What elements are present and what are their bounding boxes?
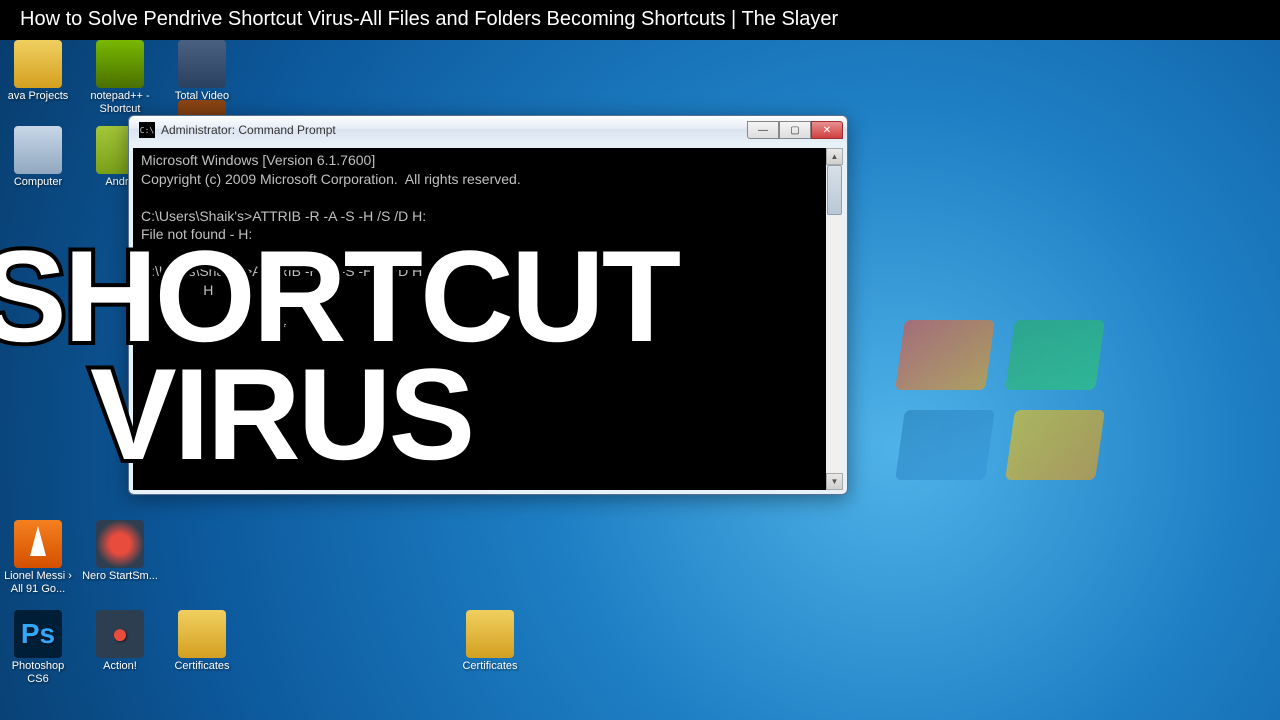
desktop-icon-label: Action! bbox=[82, 660, 158, 673]
windows-desktop[interactable]: ava Projectsnotepad++ - ShortcutTotal Vi… bbox=[0, 40, 1280, 720]
desktop-icon[interactable]: Nero StartSm... bbox=[82, 520, 158, 583]
desktop-icon-label: notepad++ - Shortcut bbox=[82, 90, 158, 116]
desktop-icon-label: ava Projects bbox=[0, 90, 76, 103]
desktop-icon[interactable]: Computer bbox=[0, 126, 76, 189]
command-prompt-text: Microsoft Windows [Version 6.1.7600] Cop… bbox=[141, 152, 521, 335]
desktop-icon[interactable]: Lionel Messi › All 91 Go... bbox=[0, 520, 76, 596]
desktop-icon-label: Nero StartSm... bbox=[82, 570, 158, 583]
cmd-titlebar-icon: C:\ bbox=[139, 122, 155, 138]
scrollbar[interactable]: ▲▼ bbox=[826, 148, 843, 490]
command-prompt-body[interactable]: Microsoft Windows [Version 6.1.7600] Cop… bbox=[133, 148, 843, 490]
notepad-icon bbox=[96, 40, 144, 88]
desktop-icon-label: Certificates bbox=[164, 660, 240, 673]
computer-icon bbox=[14, 126, 62, 174]
scroll-up-button[interactable]: ▲ bbox=[826, 148, 843, 165]
desktop-icon[interactable]: ● Action! bbox=[82, 610, 158, 673]
video-title-overlay: How to Solve Pendrive Shortcut Virus-All… bbox=[0, 0, 1280, 40]
desktop-icon-label: Certificates bbox=[452, 660, 528, 673]
nero-icon bbox=[96, 520, 144, 568]
window-titlebar[interactable]: C:\ Administrator: Command Prompt — ▢ ✕ bbox=[129, 116, 847, 144]
scroll-thumb[interactable] bbox=[827, 165, 842, 215]
video-title-text: How to Solve Pendrive Shortcut Virus-All… bbox=[20, 8, 838, 30]
maximize-button[interactable]: ▢ bbox=[779, 121, 811, 139]
desktop-icon-label: Lionel Messi › All 91 Go... bbox=[0, 570, 76, 596]
folder-icon bbox=[14, 40, 62, 88]
folder-icon bbox=[466, 610, 514, 658]
vlc-icon bbox=[14, 520, 62, 568]
desktop-icon[interactable]: Certificates bbox=[164, 610, 240, 673]
desktop-icon[interactable]: Certificates bbox=[452, 610, 528, 673]
desktop-icon[interactable]: notepad++ - Shortcut bbox=[82, 40, 158, 116]
close-button[interactable]: ✕ bbox=[811, 121, 843, 139]
window-title: Administrator: Command Prompt bbox=[161, 123, 747, 137]
desktop-icon-label: Photoshop CS6 bbox=[0, 660, 76, 686]
photoshop-icon: Ps bbox=[14, 610, 62, 658]
action-icon: ● bbox=[96, 610, 144, 658]
video-player-icon bbox=[178, 40, 226, 88]
desktop-icon[interactable]: PsPhotoshop CS6 bbox=[0, 610, 76, 686]
command-prompt-window[interactable]: C:\ Administrator: Command Prompt — ▢ ✕ … bbox=[128, 115, 848, 495]
folder-icon bbox=[178, 610, 226, 658]
desktop-icon[interactable]: ava Projects bbox=[0, 40, 76, 103]
minimize-button[interactable]: — bbox=[747, 121, 779, 139]
scroll-down-button[interactable]: ▼ bbox=[826, 473, 843, 490]
desktop-icon-label: Computer bbox=[0, 176, 76, 189]
